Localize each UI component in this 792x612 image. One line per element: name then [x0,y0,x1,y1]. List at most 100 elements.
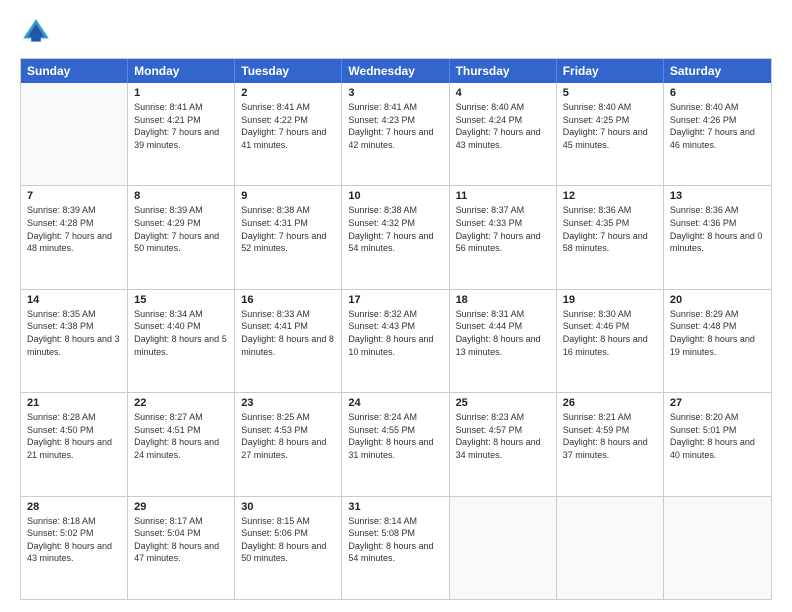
page: SundayMondayTuesdayWednesdayThursdayFrid… [0,0,792,612]
calendar-week-4: 21 Sunrise: 8:28 AMSunset: 4:50 PMDayligh… [21,393,771,496]
day-number: 17 [348,294,442,306]
day-cell-22: 22 Sunrise: 8:27 AMSunset: 4:51 PMDayligh… [128,393,235,495]
day-info: Sunrise: 8:35 AMSunset: 4:38 PMDaylight:… [27,308,121,358]
header-day-saturday: Saturday [664,59,771,83]
day-number: 12 [563,190,657,202]
empty-cell [664,497,771,599]
calendar: SundayMondayTuesdayWednesdayThursdayFrid… [20,58,772,600]
day-number: 7 [27,190,121,202]
day-cell-7: 7 Sunrise: 8:39 AMSunset: 4:28 PMDaylight… [21,186,128,288]
day-info: Sunrise: 8:18 AMSunset: 5:02 PMDaylight:… [27,515,121,565]
calendar-week-3: 14Sunrise: 8:35 AMSunset: 4:38 PMDayligh… [21,290,771,393]
day-info: Sunrise: 8:32 AMSunset: 4:43 PMDaylight:… [348,308,442,358]
day-number: 21 [27,397,121,409]
day-number: 4 [456,87,550,99]
day-cell-15: 15 Sunrise: 8:34 AMSunset: 4:40 PMDayligh… [128,290,235,392]
day-number: 9 [241,190,335,202]
day-number: 1 [134,87,228,99]
day-info: Sunrise: 8:15 AMSunset: 5:06 PMDaylight:… [241,515,335,565]
day-number: 31 [348,501,442,513]
day-info: Sunrise: 8:41 AMSunset: 4:21 PMDaylight:… [134,101,228,151]
day-cell-12: 12 Sunrise: 8:36 AMSunset: 4:35 PMDayligh… [557,186,664,288]
header-day-friday: Friday [557,59,664,83]
day-info: Sunrise: 8:28 AMSunset: 4:50 PMDaylight:… [27,411,121,461]
empty-cell [557,497,664,599]
day-cell-19: 19 Sunrise: 8:30 AMSunset: 4:46 PMDayligh… [557,290,664,392]
day-info: Sunrise: 8:37 AMSunset: 4:33 PMDaylight:… [456,204,550,254]
day-cell-28: 28 Sunrise: 8:18 AMSunset: 5:02 PMDayligh… [21,497,128,599]
day-info: Sunrise: 8:24 AMSunset: 4:55 PMDaylight:… [348,411,442,461]
day-info: Sunrise: 8:41 AMSunset: 4:22 PMDaylight:… [241,101,335,151]
day-info: Sunrise: 8:25 AMSunset: 4:53 PMDaylight:… [241,411,335,461]
empty-cell [21,83,128,185]
day-number: 23 [241,397,335,409]
day-cell-14: 14Sunrise: 8:35 AMSunset: 4:38 PMDayligh… [21,290,128,392]
day-number: 5 [563,87,657,99]
day-info: Sunrise: 8:41 AMSunset: 4:23 PMDaylight:… [348,101,442,151]
day-cell-21: 21 Sunrise: 8:28 AMSunset: 4:50 PMDayligh… [21,393,128,495]
day-cell-16: 16Sunrise: 8:33 AMSunset: 4:41 PMDayligh… [235,290,342,392]
day-cell-27: 27 Sunrise: 8:20 AMSunset: 5:01 PMDayligh… [664,393,771,495]
day-number: 8 [134,190,228,202]
empty-cell [450,497,557,599]
day-number: 18 [456,294,550,306]
header-day-monday: Monday [128,59,235,83]
day-info: Sunrise: 8:29 AMSunset: 4:48 PMDaylight:… [670,308,765,358]
day-number: 25 [456,397,550,409]
day-number: 30 [241,501,335,513]
day-info: Sunrise: 8:31 AMSunset: 4:44 PMDaylight:… [456,308,550,358]
day-number: 3 [348,87,442,99]
day-cell-25: 25Sunrise: 8:23 AMSunset: 4:57 PMDayligh… [450,393,557,495]
day-info: Sunrise: 8:14 AMSunset: 5:08 PMDaylight:… [348,515,442,565]
calendar-week-5: 28 Sunrise: 8:18 AMSunset: 5:02 PMDayligh… [21,497,771,599]
day-info: Sunrise: 8:20 AMSunset: 5:01 PMDaylight:… [670,411,765,461]
day-number: 24 [348,397,442,409]
day-number: 10 [348,190,442,202]
day-number: 13 [670,190,765,202]
calendar-week-1: 1 Sunrise: 8:41 AMSunset: 4:21 PMDaylight… [21,83,771,186]
header [20,16,772,48]
day-cell-13: 13 Sunrise: 8:36 AMSunset: 4:36 PMDayligh… [664,186,771,288]
calendar-header: SundayMondayTuesdayWednesdayThursdayFrid… [21,59,771,83]
day-cell-10: 10 Sunrise: 8:38 AMSunset: 4:32 PMDayligh… [342,186,449,288]
day-cell-1: 1 Sunrise: 8:41 AMSunset: 4:21 PMDaylight… [128,83,235,185]
calendar-body: 1 Sunrise: 8:41 AMSunset: 4:21 PMDaylight… [21,83,771,599]
day-cell-17: 17 Sunrise: 8:32 AMSunset: 4:43 PMDayligh… [342,290,449,392]
day-cell-24: 24 Sunrise: 8:24 AMSunset: 4:55 PMDayligh… [342,393,449,495]
day-number: 19 [563,294,657,306]
header-day-tuesday: Tuesday [235,59,342,83]
day-cell-2: 2Sunrise: 8:41 AMSunset: 4:22 PMDaylight… [235,83,342,185]
day-number: 27 [670,397,765,409]
day-number: 28 [27,501,121,513]
day-info: Sunrise: 8:40 AMSunset: 4:26 PMDaylight:… [670,101,765,151]
day-info: Sunrise: 8:36 AMSunset: 4:35 PMDaylight:… [563,204,657,254]
day-cell-23: 23 Sunrise: 8:25 AMSunset: 4:53 PMDayligh… [235,393,342,495]
day-info: Sunrise: 8:17 AMSunset: 5:04 PMDaylight:… [134,515,228,565]
day-number: 26 [563,397,657,409]
day-info: Sunrise: 8:36 AMSunset: 4:36 PMDaylight:… [670,204,765,254]
day-cell-6: 6 Sunrise: 8:40 AMSunset: 4:26 PMDaylight… [664,83,771,185]
day-number: 15 [134,294,228,306]
logo [20,16,56,48]
day-cell-11: 11 Sunrise: 8:37 AMSunset: 4:33 PMDayligh… [450,186,557,288]
day-number: 22 [134,397,228,409]
day-number: 11 [456,190,550,202]
day-number: 6 [670,87,765,99]
day-info: Sunrise: 8:40 AMSunset: 4:24 PMDaylight:… [456,101,550,151]
day-info: Sunrise: 8:21 AMSunset: 4:59 PMDaylight:… [563,411,657,461]
day-info: Sunrise: 8:30 AMSunset: 4:46 PMDaylight:… [563,308,657,358]
day-info: Sunrise: 8:39 AMSunset: 4:29 PMDaylight:… [134,204,228,254]
day-cell-26: 26 Sunrise: 8:21 AMSunset: 4:59 PMDayligh… [557,393,664,495]
logo-icon [20,16,52,48]
day-number: 20 [670,294,765,306]
day-info: Sunrise: 8:39 AMSunset: 4:28 PMDaylight:… [27,204,121,254]
day-info: Sunrise: 8:34 AMSunset: 4:40 PMDaylight:… [134,308,228,358]
day-cell-4: 4 Sunrise: 8:40 AMSunset: 4:24 PMDaylight… [450,83,557,185]
day-info: Sunrise: 8:27 AMSunset: 4:51 PMDaylight:… [134,411,228,461]
day-cell-18: 18 Sunrise: 8:31 AMSunset: 4:44 PMDayligh… [450,290,557,392]
day-cell-30: 30 Sunrise: 8:15 AMSunset: 5:06 PMDayligh… [235,497,342,599]
header-day-thursday: Thursday [450,59,557,83]
day-info: Sunrise: 8:38 AMSunset: 4:32 PMDaylight:… [348,204,442,254]
day-cell-29: 29Sunrise: 8:17 AMSunset: 5:04 PMDayligh… [128,497,235,599]
day-cell-31: 31 Sunrise: 8:14 AMSunset: 5:08 PMDayligh… [342,497,449,599]
